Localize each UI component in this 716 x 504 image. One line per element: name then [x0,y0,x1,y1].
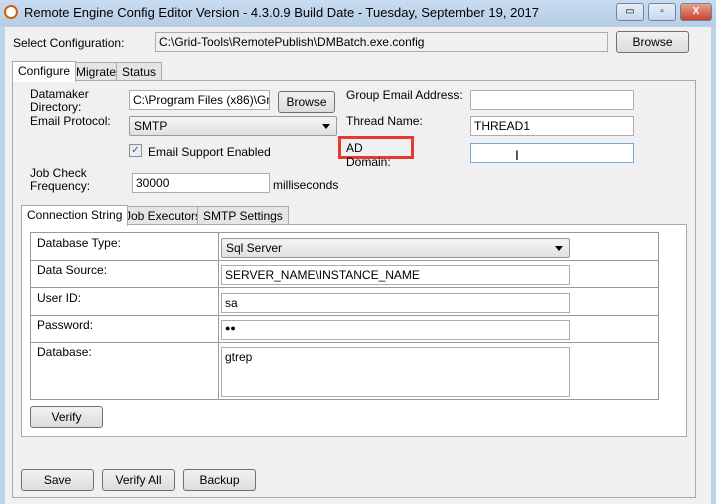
data-source-label: Data Source: [37,263,108,277]
tab-status[interactable]: Status [116,62,163,81]
user-id-field[interactable]: sa [221,293,570,313]
email-protocol-dropdown[interactable]: SMTP [129,116,337,136]
title-bar: Remote Engine Config Editor Version - 4.… [0,0,716,26]
minimize-button[interactable]: ▭ [616,3,644,21]
datamaker-dir-label: Datamaker Directory: [30,87,89,114]
subtab-job-executors[interactable]: Job Executors [119,206,208,225]
group-email-label: Group Email Address: [346,88,463,102]
tab-migrate[interactable]: Migrate [70,62,123,81]
job-check-unit: milliseconds [273,178,339,192]
app-icon [4,5,18,19]
thread-name-label: Thread Name: [346,114,423,128]
database-label: Database: [37,345,92,359]
close-button[interactable]: X [680,3,712,21]
data-source-field[interactable]: SERVER_NAME\INSTANCE_NAME [221,265,570,285]
ad-domain-field[interactable] [470,143,634,163]
database-field[interactable]: gtrep [221,347,570,397]
job-check-label: Job Check Frequency: [30,166,91,193]
email-protocol-label: Email Protocol: [30,114,111,128]
datamaker-dir-field[interactable]: C:\Program Files (x86)\Grid-T [129,90,270,110]
select-config-label: Select Configuration: [13,36,125,50]
database-type-label: Database Type: [37,236,121,250]
job-check-field[interactable]: 30000 [132,173,270,193]
password-label: Password: [37,318,94,332]
verify-all-button[interactable]: Verify All [102,469,175,491]
chevron-down-icon [322,124,330,129]
group-email-field[interactable] [470,90,634,110]
verify-button[interactable]: Verify [30,406,103,428]
database-type-dropdown[interactable]: Sql Server [221,238,570,258]
config-browse-button[interactable]: Browse [616,31,689,53]
ad-domain-highlight: AD Domain: [338,136,414,169]
subtab-smtp-settings[interactable]: SMTP Settings [197,206,289,225]
maximize-button[interactable]: ▫ [648,3,676,21]
text-cursor-icon: I [515,147,519,163]
email-support-label: Email Support Enabled [148,145,271,159]
save-button[interactable]: Save [21,469,94,491]
chevron-down-icon [555,246,563,251]
window-title: Remote Engine Config Editor Version - 4.… [24,5,540,20]
datamaker-browse-button[interactable]: Browse [278,91,335,113]
ad-domain-label: AD Domain: [346,141,391,169]
email-support-checkbox[interactable]: ✓ [129,144,142,157]
backup-button[interactable]: Backup [183,469,256,491]
config-path-field[interactable]: C:\Grid-Tools\RemotePublish\DMBatch.exe.… [155,32,608,52]
subtab-connection-string[interactable]: Connection String [21,205,129,226]
user-id-label: User ID: [37,291,82,305]
password-field[interactable]: ●● [221,320,570,340]
tab-configure[interactable]: Configure [12,61,77,82]
thread-name-field[interactable]: THREAD1 [470,116,634,136]
